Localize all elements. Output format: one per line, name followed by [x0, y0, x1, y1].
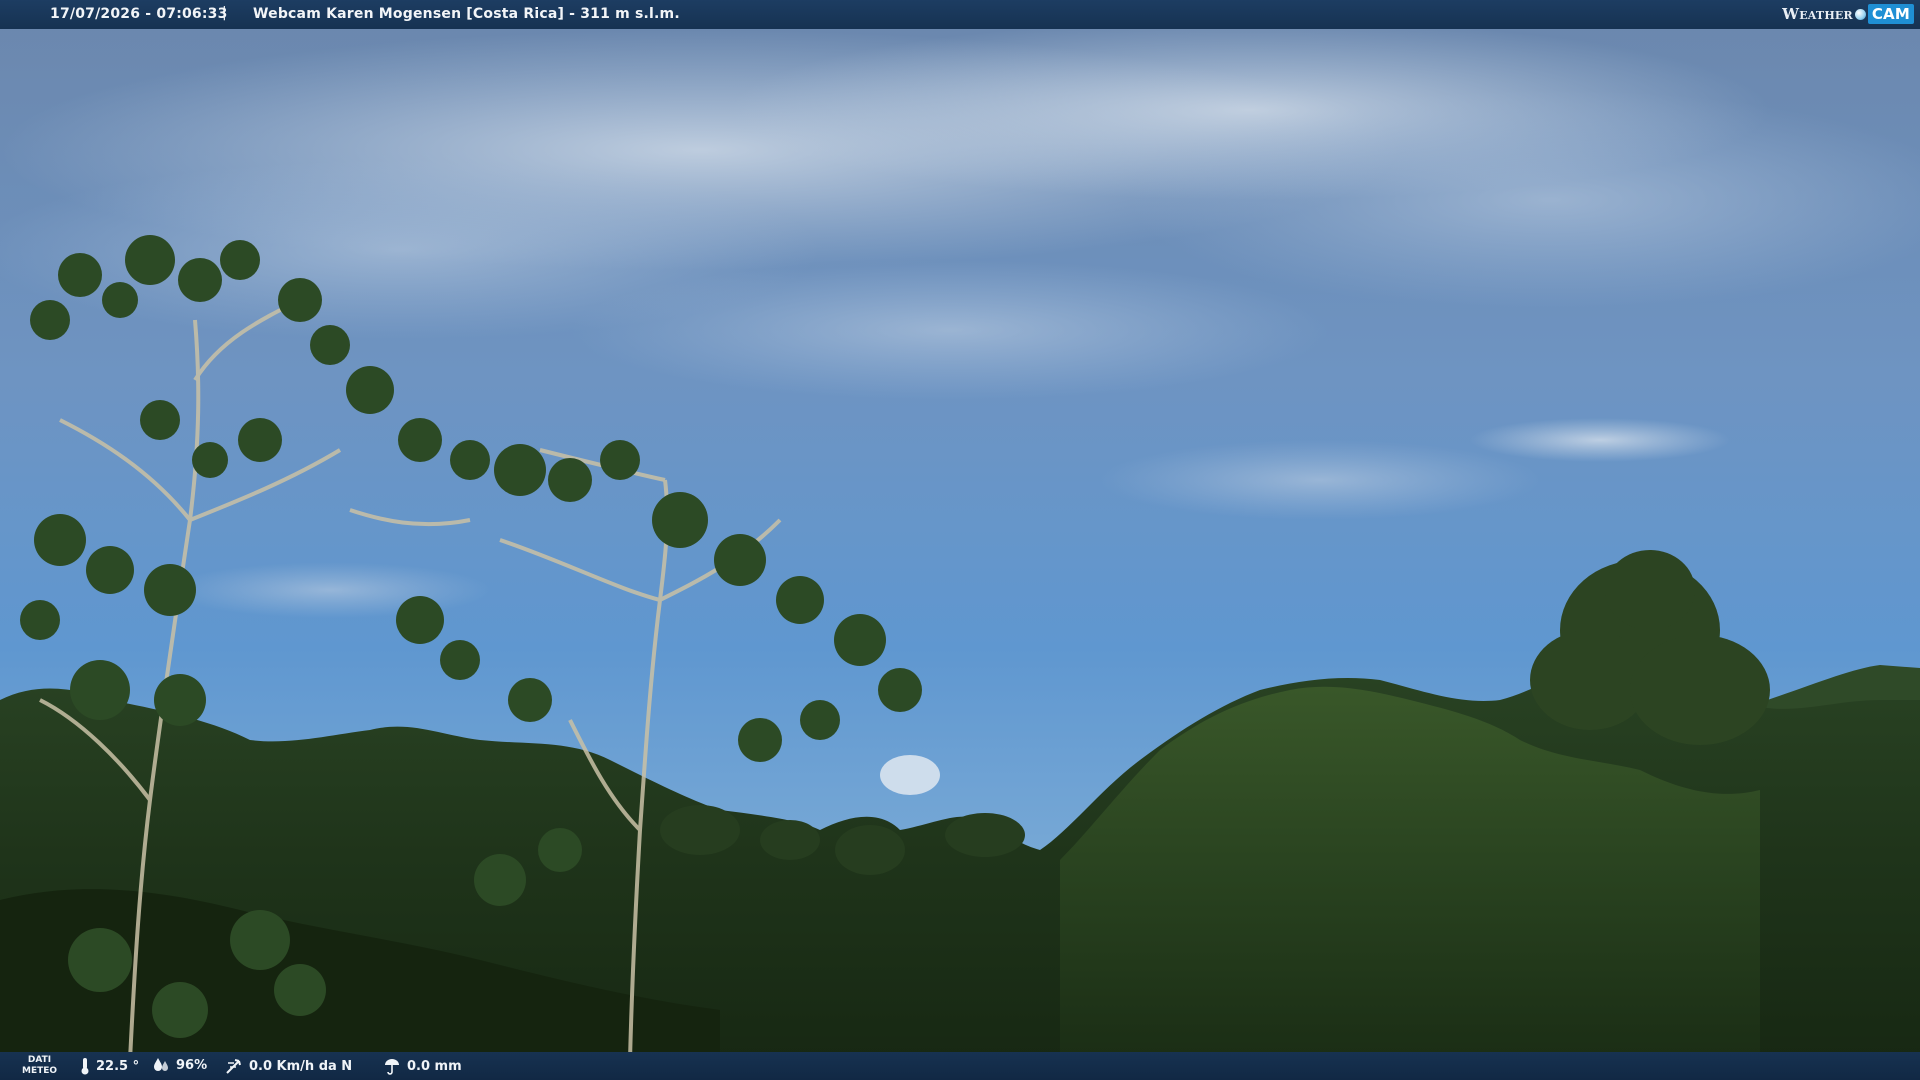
webcam-header-bar: 17/07/2026 - 07:06:33 | Webcam Karen Mog…: [0, 0, 1920, 29]
temperature-readout: 22.5 °: [80, 1057, 139, 1075]
wind-icon: [226, 1059, 241, 1074]
humidity-value: 96%: [176, 1057, 208, 1073]
webcam-frame: 17/07/2026 - 07:06:33 | Webcam Karen Mog…: [0, 0, 1920, 1080]
humidity-icon: [154, 1058, 168, 1071]
rain-icon: [385, 1059, 399, 1075]
rain-value: 0.0 mm: [407, 1058, 462, 1074]
wind-readout: 0.0 Km/h da N: [225, 1057, 352, 1075]
landscape-photo: [0, 0, 1920, 1080]
logo-text-cam: CAM: [1867, 4, 1914, 24]
meteo-label-line2: METEO: [22, 1066, 58, 1076]
weather-data-bar: DATI METEO 22.5 ° 96% 0.0 Km/h da N 0.0 …: [0, 1052, 1920, 1080]
thermometer-icon: [81, 1058, 89, 1075]
weathercam-logo: Weather CAM: [1782, 3, 1914, 25]
logo-globe-icon: [1854, 8, 1866, 20]
wind-value: 0.0 Km/h da N: [249, 1058, 353, 1074]
meteo-label: DATI METEO: [22, 1055, 57, 1077]
timestamp: 17/07/2026 - 07:06:33: [50, 6, 228, 22]
humidity-readout: 96%: [152, 1057, 207, 1073]
temperature-value: 22.5 °: [96, 1058, 140, 1074]
webcam-title: Webcam Karen Mogensen [Costa Rica] - 311…: [253, 6, 680, 22]
logo-text-weather: Weather: [1782, 5, 1853, 23]
header-separator: |: [222, 5, 227, 21]
rain-readout: 0.0 mm: [383, 1057, 462, 1075]
meteo-label-line1: DATI: [27, 1055, 52, 1065]
